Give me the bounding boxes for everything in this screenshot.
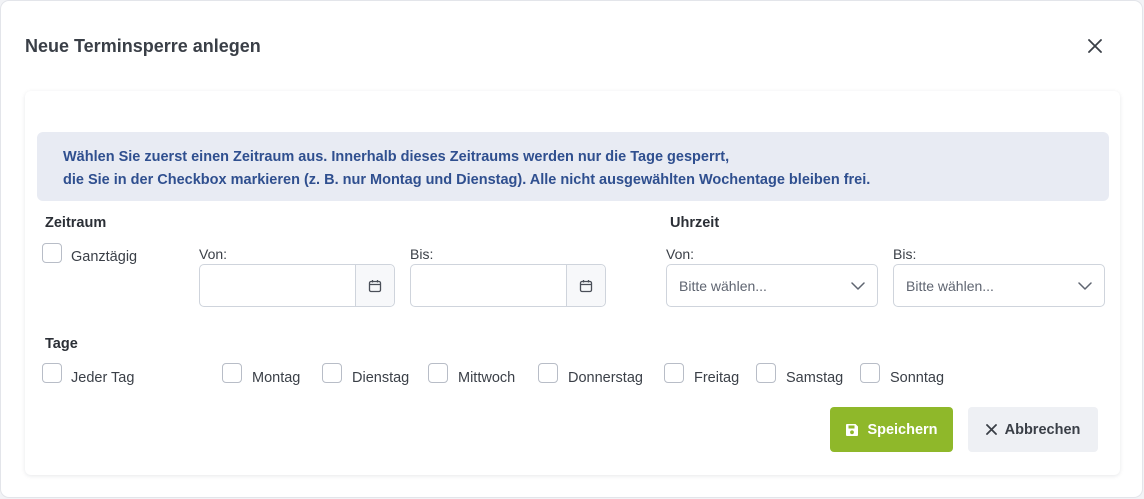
- dialog-title: Neue Terminsperre anlegen: [25, 36, 261, 56]
- day-checkbox-montag[interactable]: [222, 363, 242, 383]
- chevron-down-icon: [1078, 281, 1092, 290]
- form-card: Wählen Sie zuerst einen Zeitraum aus. In…: [25, 91, 1120, 475]
- day-label-dienstag: Dienstag: [352, 370, 410, 386]
- close-icon: [1088, 39, 1102, 53]
- ganztaegig-label: Ganztägig: [71, 249, 138, 265]
- zeitraum-bis-value[interactable]: [411, 265, 566, 306]
- jeder-tag-label: Jeder Tag: [71, 370, 135, 386]
- save-button[interactable]: Speichern: [830, 407, 953, 452]
- save-button-label: Speichern: [867, 421, 938, 438]
- info-text-line-1: Wählen Sie zuerst einen Zeitraum aus. In…: [63, 149, 730, 165]
- chevron-down-icon: [851, 281, 865, 290]
- tage-label: Tage: [45, 336, 78, 352]
- day-checkbox-sonntag[interactable]: [860, 363, 880, 383]
- day-label-montag: Montag: [252, 370, 301, 386]
- day-checkbox-donnerstag[interactable]: [538, 363, 558, 383]
- calendar-icon: [368, 279, 382, 292]
- zeitraum-bis-label: Bis:: [410, 246, 434, 262]
- uhrzeit-von-placeholder: Bitte wählen...: [679, 277, 767, 294]
- calendar-icon: [579, 279, 593, 292]
- zeitraum-von-calendar-button[interactable]: [355, 265, 394, 306]
- uhrzeit-von-select[interactable]: Bitte wählen...: [666, 264, 878, 307]
- day-label-freitag: Freitag: [694, 370, 740, 386]
- day-label-samstag: Samstag: [786, 370, 844, 386]
- dialog: Neue Terminsperre anlegen Wählen Sie zue…: [1, 1, 1142, 497]
- cancel-button-label: Abbrechen: [1004, 421, 1081, 438]
- day-checkbox-mittwoch[interactable]: [428, 363, 448, 383]
- zeitraum-von-label: Von:: [199, 246, 228, 262]
- floppy-disk-icon: [846, 423, 859, 436]
- dialog-header: Neue Terminsperre anlegen: [1, 1, 1142, 91]
- info-box: Wählen Sie zuerst einen Zeitraum aus. In…: [37, 132, 1109, 201]
- zeitraum-von-value[interactable]: [200, 265, 355, 306]
- jeder-tag-checkbox[interactable]: [42, 363, 62, 383]
- day-checkbox-samstag[interactable]: [756, 363, 776, 383]
- uhrzeit-label: Uhrzeit: [670, 215, 720, 231]
- day-checkbox-dienstag[interactable]: [322, 363, 342, 383]
- uhrzeit-bis-placeholder: Bitte wählen...: [906, 277, 994, 294]
- close-button[interactable]: [1084, 35, 1106, 57]
- zeitraum-von-input[interactable]: [199, 264, 395, 307]
- day-label-sonntag: Sonntag: [890, 370, 945, 386]
- zeitraum-label: Zeitraum: [45, 215, 107, 231]
- day-label-mittwoch: Mittwoch: [458, 370, 516, 386]
- zeitraum-bis-calendar-button[interactable]: [566, 265, 605, 306]
- ganztaegig-checkbox[interactable]: [42, 243, 62, 263]
- zeitraum-bis-input[interactable]: [410, 264, 606, 307]
- cancel-button[interactable]: Abbrechen: [968, 407, 1098, 452]
- day-label-donnerstag: Donnerstag: [568, 370, 643, 386]
- uhrzeit-bis-label: Bis:: [893, 246, 917, 262]
- uhrzeit-bis-select[interactable]: Bitte wählen...: [893, 264, 1105, 307]
- x-icon: [985, 424, 997, 435]
- uhrzeit-von-label: Von:: [666, 246, 695, 262]
- info-text-line-2: die Sie in der Checkbox markieren (z. B.…: [63, 172, 871, 188]
- day-checkbox-freitag[interactable]: [664, 363, 684, 383]
